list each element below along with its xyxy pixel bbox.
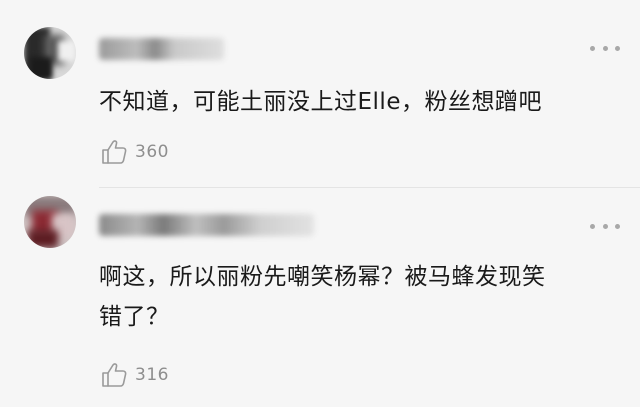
thumbs-up-icon — [102, 363, 127, 387]
avatar[interactable] — [24, 27, 76, 79]
comment-text: 不知道，可能土丽没上过Elle，粉丝想蹭吧 — [99, 89, 542, 115]
more-dots-icon[interactable] — [590, 221, 620, 231]
like-count: 316 — [135, 365, 169, 385]
like-count: 360 — [135, 142, 169, 162]
comment-text-line-1: 啊这，所以丽粉先嘲笑杨幂？被马蜂发现笑 — [99, 264, 546, 290]
username-blurred[interactable] — [99, 38, 224, 60]
like-button[interactable]: 316 — [99, 358, 169, 392]
like-button[interactable]: 360 — [99, 135, 169, 169]
comment-text-line-2: 错了？ — [99, 304, 170, 330]
comment-item-1: 不知道，可能土丽没上过Elle，粉丝想蹭吧 360 — [0, 0, 640, 187]
username-blurred[interactable] — [99, 214, 314, 236]
comment-text: 啊这，所以丽粉先嘲笑杨幂？被马蜂发现笑 错了？ — [99, 257, 546, 337]
more-dots-icon[interactable] — [590, 43, 620, 53]
avatar[interactable] — [24, 196, 76, 248]
comment-item-2: 啊这，所以丽粉先嘲笑杨幂？被马蜂发现笑 错了？ 316 — [0, 188, 640, 407]
thumbs-up-icon — [102, 140, 127, 164]
